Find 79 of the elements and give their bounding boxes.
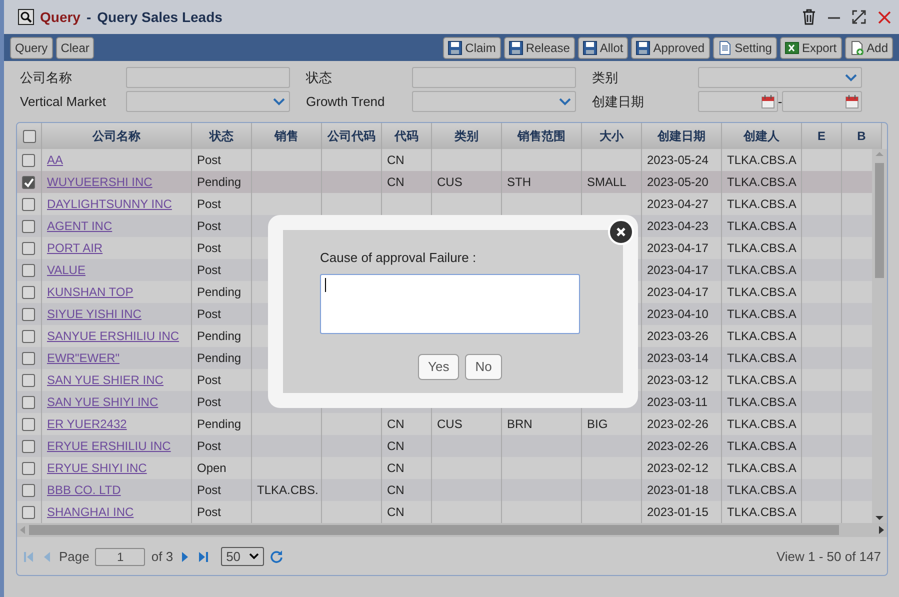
table-cell-text: Post (197, 262, 222, 279)
table-cell-text: Post (197, 394, 222, 411)
table-cell-text: CN (387, 482, 404, 499)
table-cell-text: Pending (197, 416, 242, 433)
table-cell-text: 2023-04-23 (647, 218, 708, 235)
table-cell-text: Post (197, 504, 222, 521)
table-cell-text: TLKA.CBS.A (727, 394, 796, 411)
table-cell-text: TLKA.CBS.A (727, 350, 796, 367)
table-cell-text: BIG (587, 416, 608, 433)
table-cell-text: 2023-04-10 (647, 306, 708, 323)
table-cell-text: TLKA.CBS.A (727, 416, 796, 433)
table-cell-text: 2023-03-11 (647, 394, 708, 411)
table-cell-text: 2023-01-15 (647, 504, 708, 521)
table-cell-text: CN (387, 504, 404, 521)
table-cell-text: TLKA.CBS.A (727, 196, 796, 213)
table-cell-text: 2023-03-12 (647, 372, 708, 389)
table-cell-text: Pending (197, 328, 242, 345)
table-cell-text: 2023-02-12 (647, 460, 708, 477)
table-cell-text: TLKA.CBS.A (727, 306, 796, 323)
table-cell-text: 2023-03-26 (647, 328, 708, 345)
table-cell-text: CUS (437, 416, 462, 433)
table-cell-text: TLKA.CBS.A (727, 262, 796, 279)
table-cell-text: 2023-04-27 (647, 196, 708, 213)
table-cell-text: Pending (197, 174, 242, 191)
table-cell-text: TLKA.CBS.A (727, 482, 796, 499)
window-title: Query Sales Leads (97, 8, 222, 27)
table-cell-text: TLKA.CBS.A (727, 284, 796, 301)
table-cell-text: CUS (437, 174, 462, 191)
table-cell-text: 2023-04-17 (647, 240, 708, 257)
page-count: of 3 (151, 548, 174, 566)
table-cell-text: TLKA.CBS.A (727, 152, 796, 169)
table-cell-text: Post (197, 152, 222, 169)
table-cell-text: Post (197, 372, 222, 389)
filter-label: 公司名称 (20, 68, 73, 87)
module-label: Query (40, 8, 80, 27)
table-cell-text: 2023-04-17 (647, 284, 708, 301)
table-cell-text: TLKA.CBS.A (727, 328, 796, 345)
filter-label: Vertical Market (20, 92, 107, 111)
table-cell-text: TLKA.CBS.A (727, 372, 796, 389)
table-cell-text: 2023-02-26 (647, 416, 708, 433)
table-cell-text: TLKA.CBS.A (727, 460, 796, 477)
table-cell-text: Post (197, 240, 222, 257)
table-cell-text: Open (197, 460, 226, 477)
table-cell-text: Post (197, 482, 222, 499)
table-cell-text: 2023-02-26 (647, 438, 708, 455)
dialog-label: Cause of approval Failure : (320, 249, 478, 267)
table-cell-text: CN (387, 174, 404, 191)
table-cell-text: Pending (197, 284, 242, 301)
table-cell-text: TLKA.CBS. (257, 482, 318, 499)
table-cell-text: 2023-04-17 (647, 262, 708, 279)
table-cell-text: SMALL (587, 174, 626, 191)
page-label: Page (59, 548, 90, 566)
table-cell-text: BRN (507, 416, 532, 433)
table-cell-text: CN (387, 460, 404, 477)
filter-label: Growth Trend (306, 92, 386, 111)
table-cell-text: Post (197, 306, 222, 323)
table-cell-text: 2023-05-24 (647, 152, 708, 169)
table-cell-text: Post (197, 438, 222, 455)
table-cell-text: CN (387, 152, 404, 169)
table-cell-text: TLKA.CBS.A (727, 240, 796, 257)
filter-label: 状态 (306, 68, 333, 87)
title-separator: - (86, 8, 92, 26)
table-cell-text: TLKA.CBS.A (727, 174, 796, 191)
table-cell-text: Pending (197, 350, 242, 367)
filter-label: 类别 (592, 68, 619, 87)
filter-label: 创建日期 (592, 92, 645, 111)
table-cell-text: Post (197, 196, 222, 213)
date-separator: - (778, 92, 782, 111)
table-cell-text: 2023-01-18 (647, 482, 708, 499)
table-cell-text: 2023-03-14 (647, 350, 708, 367)
table-cell-text: STH (507, 174, 531, 191)
table-cell-text: TLKA.CBS.A (727, 504, 796, 521)
table-cell-text: CN (387, 438, 404, 455)
table-cell-text: CN (387, 416, 404, 433)
table-cell-text: Post (197, 218, 222, 235)
record-summary: View 1 - 50 of 147 (776, 548, 881, 566)
table-cell-text: TLKA.CBS.A (727, 438, 796, 455)
table-cell-text: 2023-05-20 (647, 174, 708, 191)
table-cell-text: TLKA.CBS.A (727, 218, 796, 235)
